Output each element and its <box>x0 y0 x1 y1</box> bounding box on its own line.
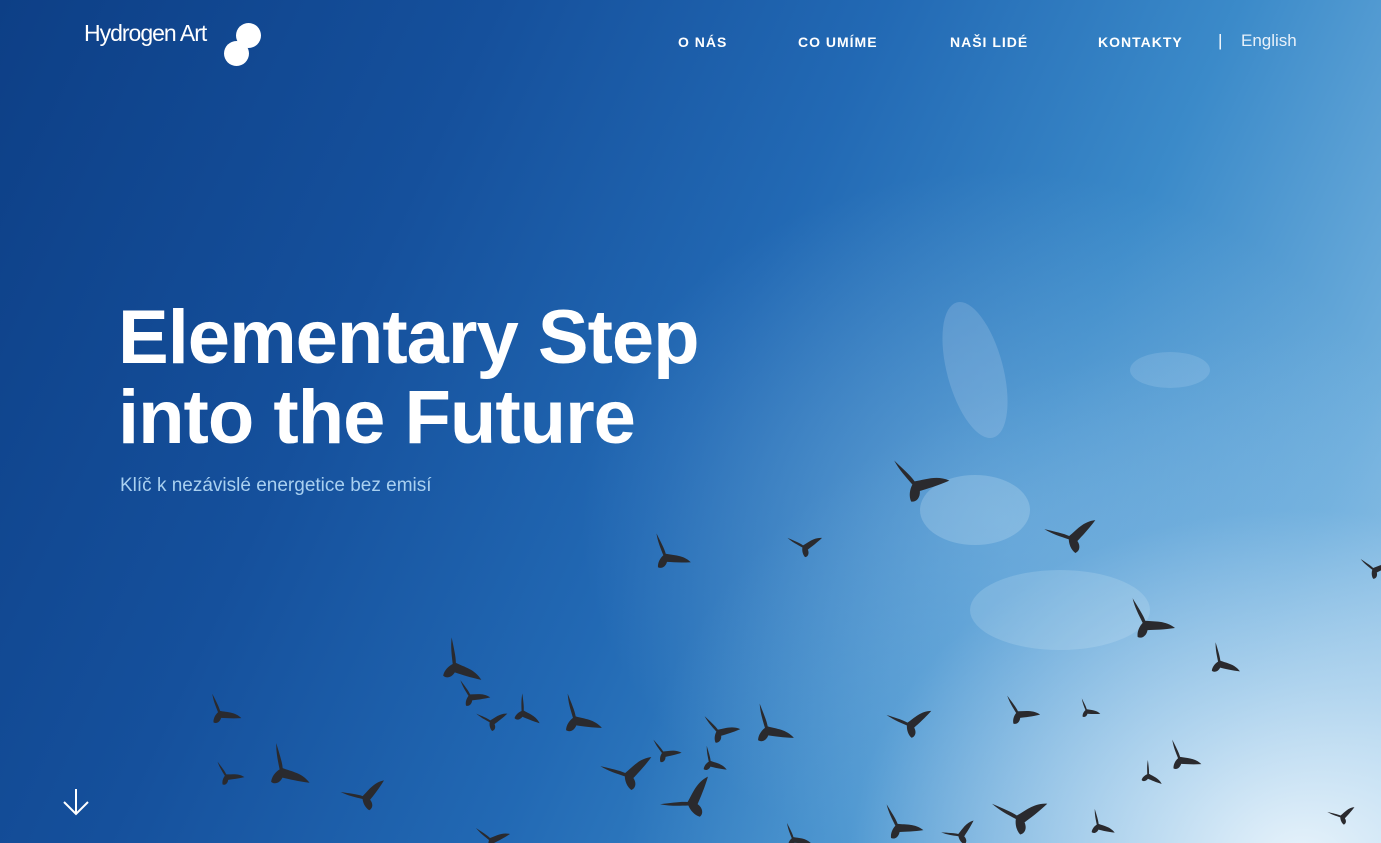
bird <box>1360 559 1381 579</box>
bird <box>505 693 545 734</box>
hero-title-line-2: into the Future <box>118 375 636 460</box>
hero-title-line-1: Elementary Step <box>118 295 700 380</box>
bird <box>941 815 982 843</box>
bird <box>777 823 814 843</box>
nav-item-co-umime[interactable]: CO UMÍME <box>798 34 878 50</box>
bird <box>694 745 731 781</box>
bird <box>1118 598 1179 650</box>
bird <box>476 708 510 734</box>
hero-subtitle: Klíč k nezávislé energetice bez emisí <box>120 475 432 496</box>
bird <box>1044 511 1104 561</box>
bird <box>660 769 725 832</box>
bird <box>1327 802 1359 829</box>
nav-item-kontakty[interactable]: KONTAKTY <box>1098 34 1183 50</box>
logo-circle-icon <box>224 41 249 66</box>
hero-title: Elementary Step into the Future <box>118 295 700 460</box>
hydrogen-art-logo[interactable]: Hydrogen Art <box>84 18 274 70</box>
logo-wordmark: Hydrogen Art <box>84 20 207 46</box>
bird <box>1074 698 1103 724</box>
bird <box>340 773 393 818</box>
bird <box>476 828 510 843</box>
bird <box>1160 739 1205 780</box>
bird <box>700 716 742 747</box>
bird <box>648 739 683 767</box>
bird <box>874 804 927 843</box>
bird <box>200 693 245 734</box>
bird <box>992 794 1052 839</box>
nav-item-o-nas[interactable]: O NÁS <box>678 34 727 50</box>
arrow-down-icon[interactable] <box>60 787 92 819</box>
bird <box>452 680 493 713</box>
bird <box>742 703 799 757</box>
bird <box>550 693 607 747</box>
bird <box>428 637 488 697</box>
bird <box>1082 808 1119 843</box>
bird <box>1134 760 1166 793</box>
nav-separator: | <box>1218 31 1223 50</box>
bird <box>787 532 825 560</box>
bird <box>255 743 316 802</box>
bird <box>887 460 952 508</box>
bird <box>886 703 937 743</box>
language-switch-english[interactable]: English <box>1241 31 1297 51</box>
bird <box>210 761 247 791</box>
bird <box>998 695 1043 732</box>
bird <box>1200 642 1245 685</box>
bird <box>600 748 660 798</box>
nav-item-nasi-lide[interactable]: NAŠI LIDÉ <box>950 34 1028 50</box>
bird <box>642 533 695 581</box>
